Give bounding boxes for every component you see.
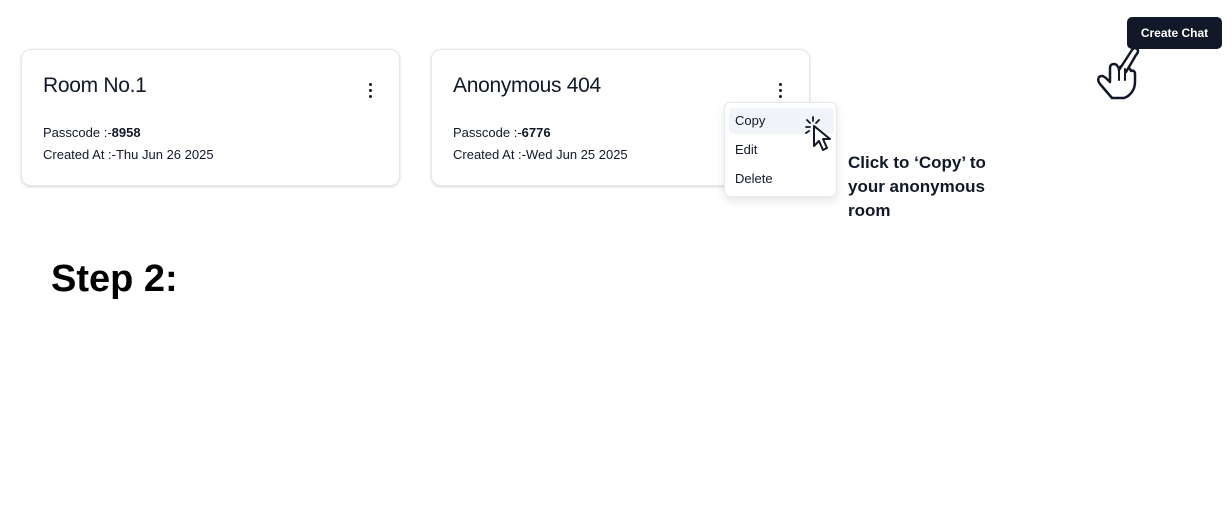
room-title: Room No.1 <box>43 74 147 97</box>
created-at-label: Created At :- <box>43 147 116 162</box>
passcode-value: 8958 <box>111 125 141 140</box>
passcode-line: Passcode :-6776 <box>453 125 551 140</box>
created-at-line: Created At :-Thu Jun 26 2025 <box>43 147 214 162</box>
passcode-line: Passcode :-8958 <box>43 125 141 140</box>
pointing-hand-icon <box>1097 46 1140 100</box>
vertical-dots-icon <box>778 82 782 86</box>
card-menu-button[interactable] <box>361 79 379 101</box>
room-title: Anonymous 404 <box>453 74 601 97</box>
passcode-label: Passcode :- <box>43 125 112 140</box>
vertical-dots-icon <box>778 94 782 98</box>
card-menu-button[interactable] <box>771 79 789 101</box>
passcode-value: 6776 <box>521 125 551 140</box>
passcode-label: Passcode :- <box>453 125 522 140</box>
created-at-label: Created At :- <box>453 147 526 162</box>
step-heading: Step 2: <box>51 258 178 300</box>
vertical-dots-icon <box>368 94 372 98</box>
created-at-value: Wed Jun 25 2025 <box>525 147 628 162</box>
instruction-annotation: Click to ‘Copy’ to your anonymous room <box>848 153 986 220</box>
click-cursor-icon <box>805 116 831 151</box>
room-card[interactable]: Room No.1 Passcode :-8958 Created At :-T… <box>21 49 400 186</box>
vertical-dots-icon <box>778 88 782 92</box>
vertical-dots-icon <box>368 82 372 86</box>
page: Create Chat Room No.1 Passcode :-8958 Cr… <box>0 0 1232 513</box>
created-at-value: Thu Jun 26 2025 <box>115 147 214 162</box>
vertical-dots-icon <box>368 88 372 92</box>
menu-item-delete[interactable]: Delete <box>729 166 834 192</box>
created-at-line: Created At :-Wed Jun 25 2025 <box>453 147 628 162</box>
